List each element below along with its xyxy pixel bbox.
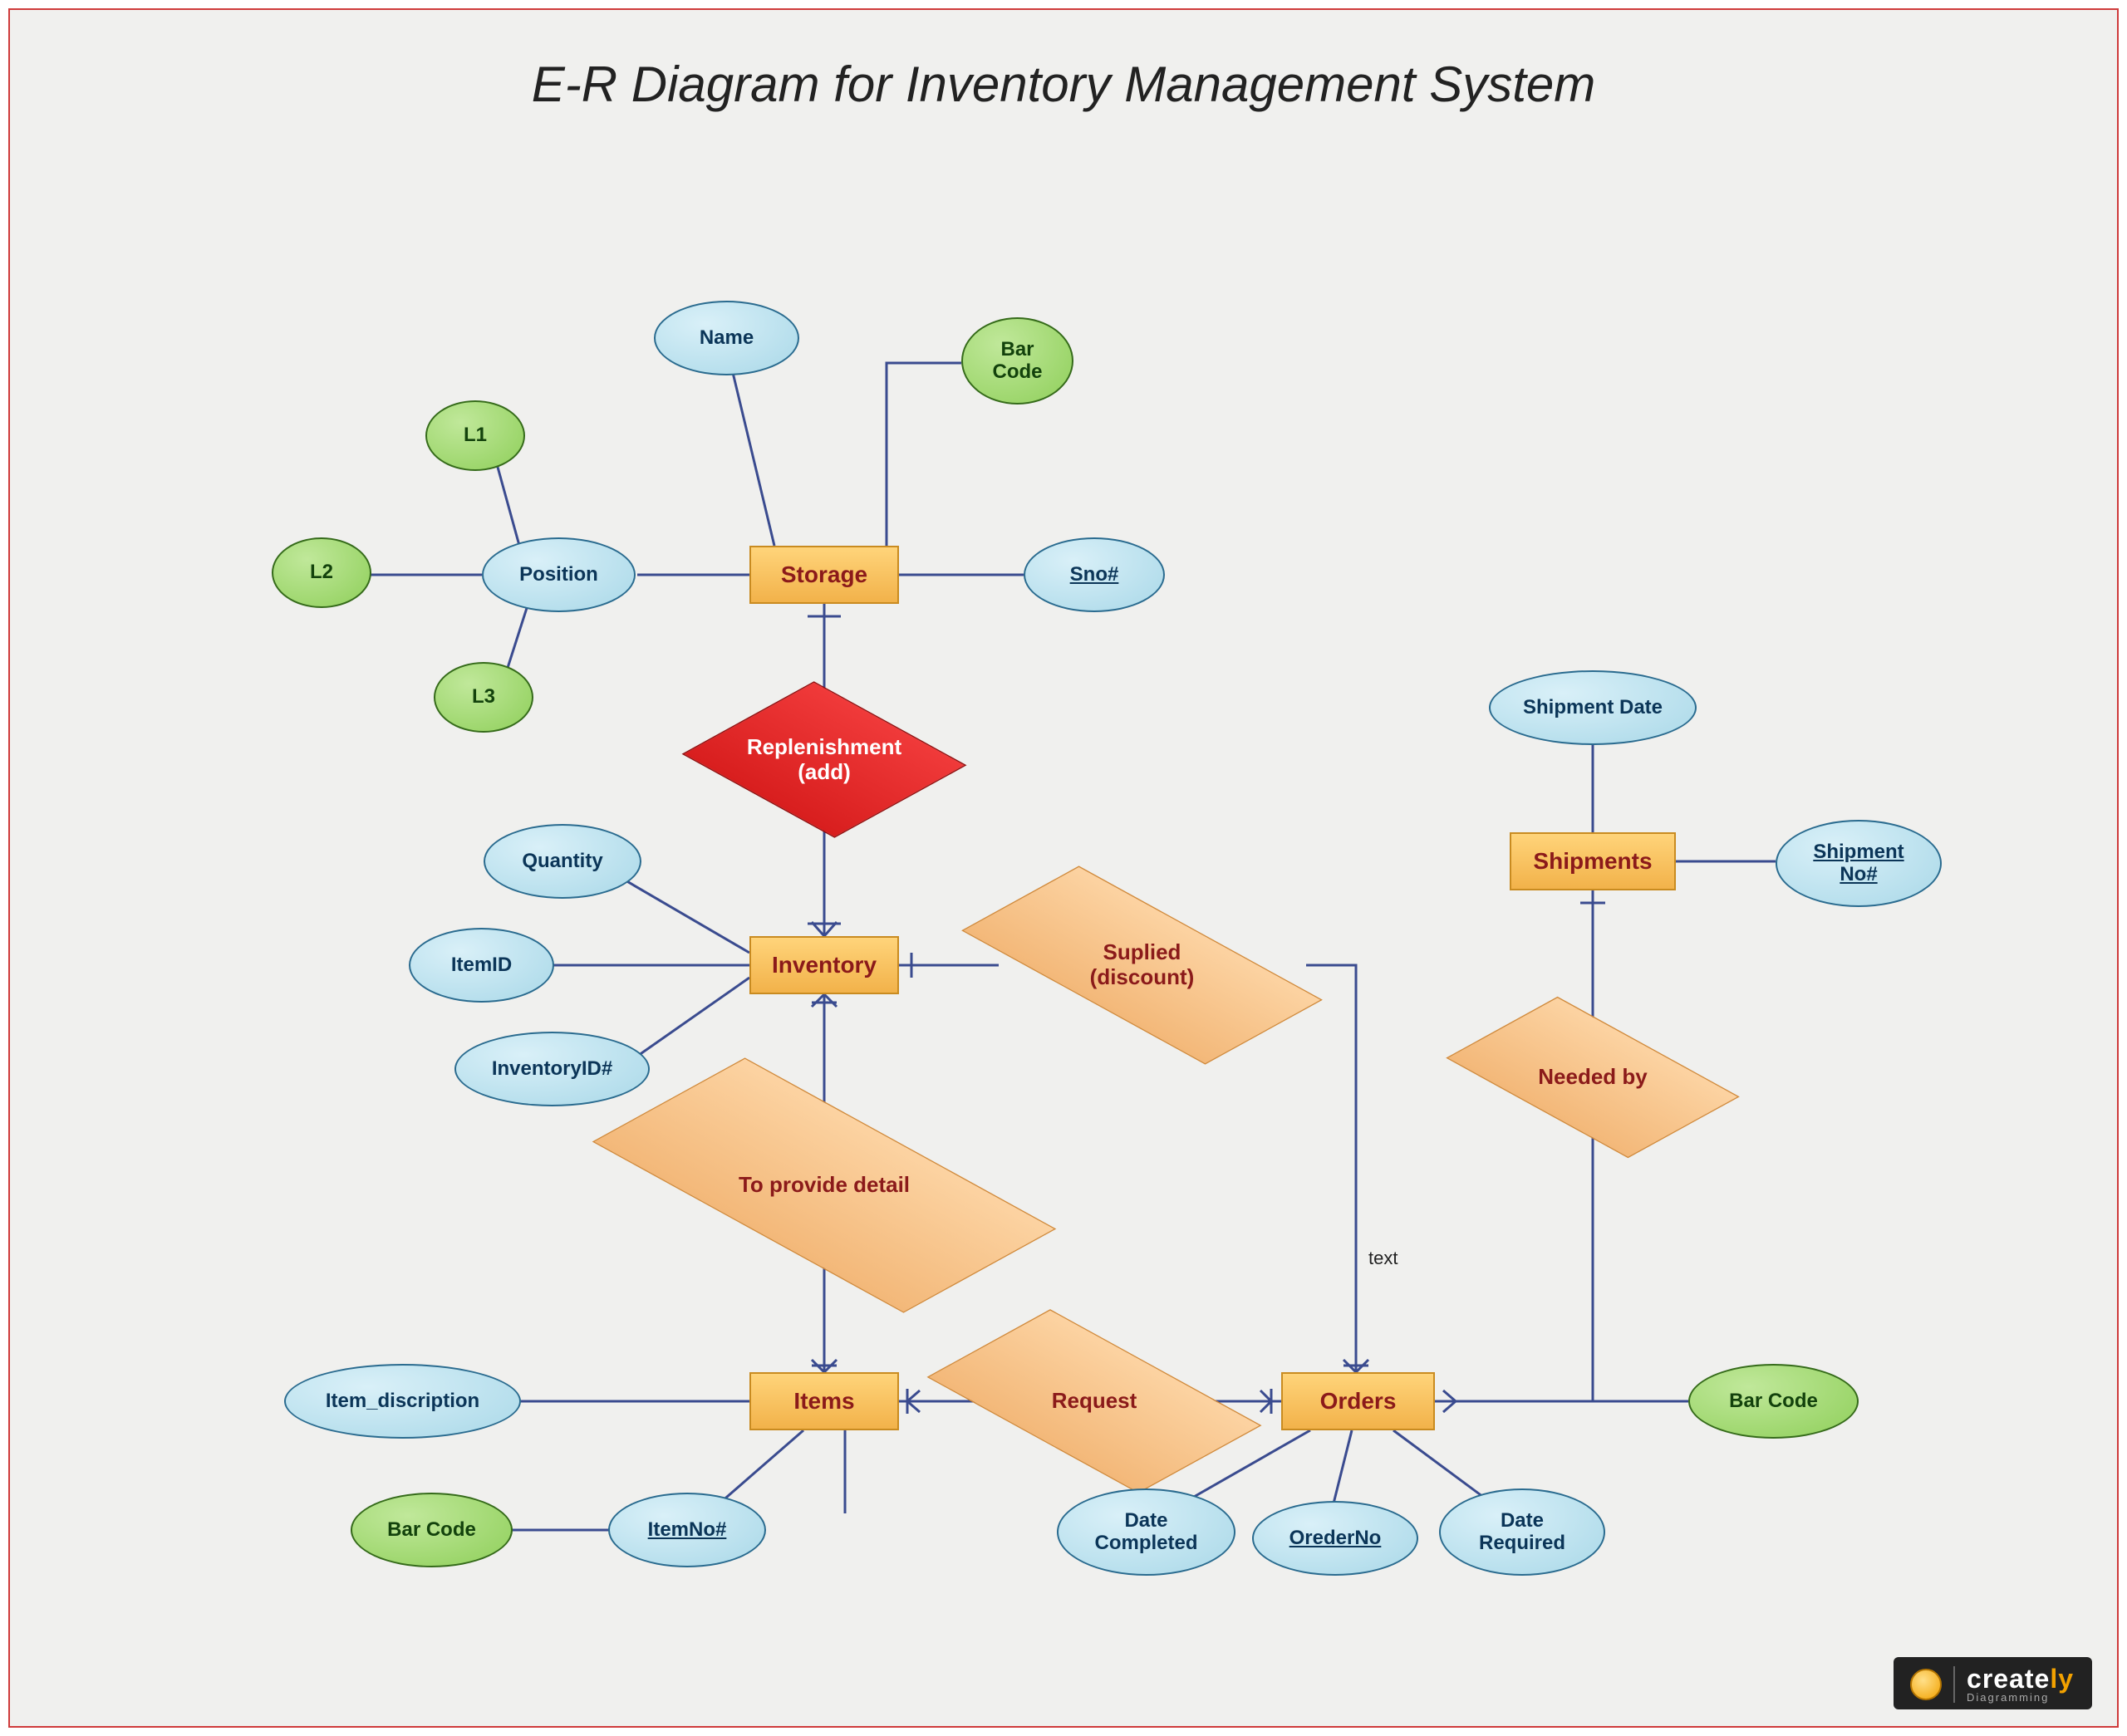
logo-brand-b: ly	[2050, 1664, 2074, 1694]
logo-divider	[1953, 1666, 1955, 1703]
diagram-canvas: E-R Diagram for Inventory Management Sys…	[8, 8, 2119, 1728]
attr-shipment-date: Shipment Date	[1489, 670, 1697, 745]
attr-items-itemno-label: ItemNo#	[648, 1519, 727, 1541]
attr-inventory-quantity: Quantity	[484, 824, 641, 899]
entity-items: Items	[749, 1372, 899, 1430]
entity-inventory: Inventory	[749, 936, 899, 994]
attr-storage-position: Position	[482, 537, 636, 612]
logo-brand-a: create	[1967, 1664, 2050, 1694]
attr-items-itemno: ItemNo#	[608, 1493, 766, 1567]
rel-replenishment: Replenishment (add)	[716, 666, 932, 853]
attr-orders-date-completed: Date Completed	[1057, 1488, 1235, 1576]
attr-item-description: Item_discription	[284, 1364, 521, 1439]
attr-storage-sno: Sno#	[1024, 537, 1165, 612]
attr-storage-barcode: Bar Code	[961, 317, 1073, 405]
rel-to-provide-detail: To provide detail	[604, 1077, 1044, 1293]
attr-orders-orderno: OrederNo	[1252, 1501, 1418, 1576]
attr-items-barcode: Bar Code	[351, 1493, 513, 1567]
attr-orders-barcode: Bar Code	[1688, 1364, 1859, 1439]
attr-shipment-no: Shipment No#	[1776, 820, 1942, 907]
attr-position-l1: L1	[425, 400, 525, 471]
diagram-title: E-R Diagram for Inventory Management Sys…	[10, 56, 2117, 113]
attr-storage-sno-label: Sno#	[1070, 564, 1119, 586]
creately-logo: creately Diagramming	[1894, 1657, 2092, 1709]
lightbulb-icon	[1910, 1669, 1942, 1700]
entity-storage: Storage	[749, 546, 899, 604]
entity-orders: Orders	[1281, 1372, 1435, 1430]
attr-position-l3: L3	[434, 662, 533, 733]
attr-position-l2: L2	[272, 537, 371, 608]
rel-request: Request	[945, 1314, 1244, 1488]
attr-orders-date-required: Date Required	[1439, 1488, 1605, 1576]
attr-shipment-no-label: Shipment No#	[1813, 841, 1903, 885]
attr-storage-name: Name	[654, 301, 799, 375]
rel-supplied: Suplied (discount)	[970, 882, 1314, 1048]
attr-orders-orderno-label: OrederNo	[1289, 1528, 1382, 1549]
diagram-stage: Name Bar Code L1 L2 L3 Position Storage …	[60, 151, 2071, 1613]
rel-needed-by: Needed by	[1464, 998, 1722, 1156]
entity-shipments: Shipments	[1510, 832, 1676, 890]
attr-inventory-itemid: ItemID	[409, 928, 554, 1003]
free-text: text	[1368, 1248, 1398, 1269]
outer-frame: E-R Diagram for Inventory Management Sys…	[0, 0, 2127, 1736]
